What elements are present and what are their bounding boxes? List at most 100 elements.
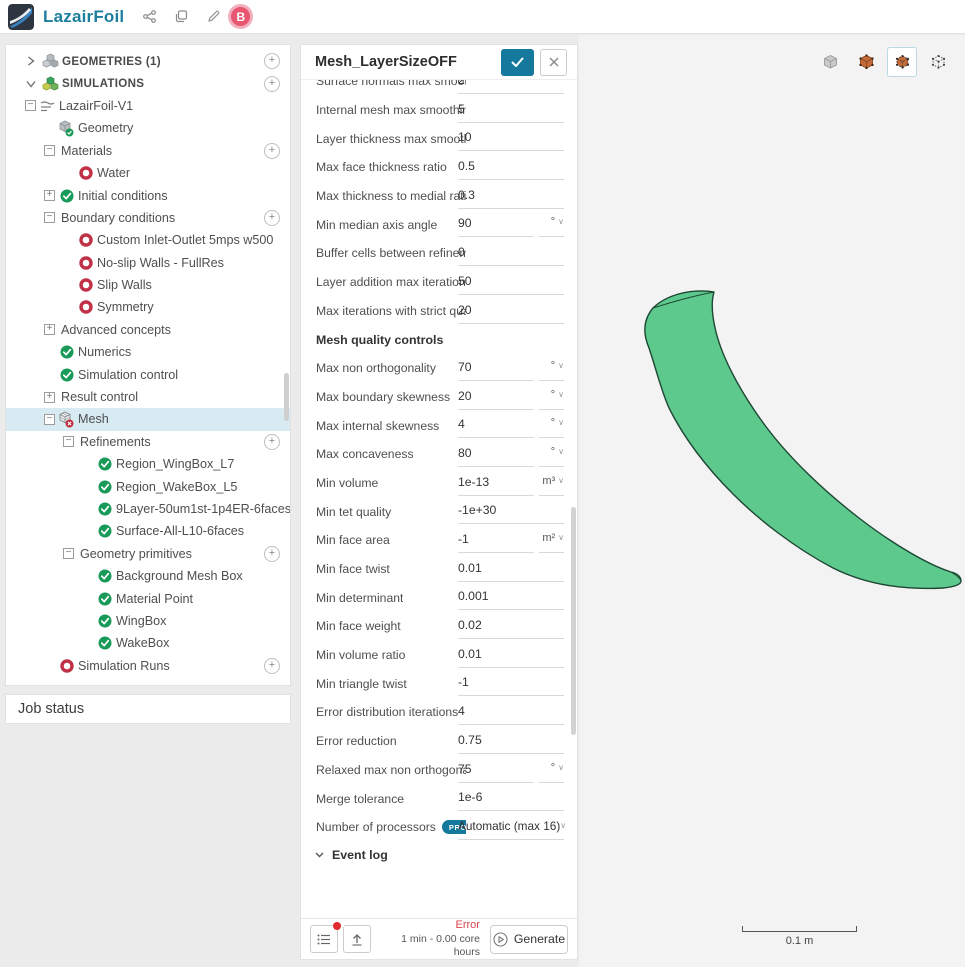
max-thickness-to-medial-ratio-input[interactable]: 0.3 [458,185,564,209]
collapse-box-icon[interactable]: − [25,100,36,112]
add-item-button[interactable]: + [264,657,280,674]
tree-item-boundary-conditions[interactable]: − Boundary conditions + [6,207,290,229]
relaxed-max-non-orthogonality-unit-select[interactable]: ° ∨ [539,759,564,783]
view-cube-surface-icon[interactable] [887,47,917,77]
collapse-box-icon[interactable]: − [44,413,55,425]
min-median-axis-angle-unit-select[interactable]: ° ∨ [539,213,564,238]
generate-button[interactable]: Generate [489,924,569,954]
min-volume-unit-select[interactable]: m³ ∨ [539,472,564,496]
min-tet-quality-input[interactable]: -1e+30 [458,500,564,525]
tree-item-mesh[interactable]: − Mesh [6,408,290,431]
add-item-button[interactable]: + [264,142,280,159]
close-button[interactable] [540,48,567,76]
layer-thickness-max-smoothi-input[interactable]: 10 [458,127,564,152]
tree-item-surface-all-l10-6faces[interactable]: Surface-All-L10-6faces [6,520,290,542]
tree-item-9layer-50um1st-1p4er-6faces[interactable]: 9Layer-50um1st-1p4ER-6faces [6,498,290,520]
relaxed-max-non-orthogonality-input[interactable]: 75 [458,759,534,783]
error-distribution-iterations-input[interactable]: 4 [458,701,564,726]
min-median-axis-angle-input[interactable]: 90 [458,213,534,238]
edit-pencil-icon[interactable] [202,6,224,28]
view-cube-solid-icon[interactable] [851,47,881,77]
tree-item-background-mesh-box[interactable]: Background Mesh Box [6,565,290,587]
collapse-box-icon[interactable]: − [63,548,74,560]
number-of-processors-input[interactable]: Automatic (max 16) ∨ [458,816,566,840]
tree-item-water[interactable]: Water [6,162,290,184]
tree-item-advanced-concepts[interactable]: + Advanced concepts [6,319,290,341]
tree-item-simulations[interactable]: SIMULATIONS + [6,72,290,94]
add-item-button[interactable]: + [264,209,280,226]
tree-item-geometries-1[interactable]: GEOMETRIES (1) + [6,50,290,72]
tree-item-custom-inlet-outlet-5mps-w500[interactable]: Custom Inlet-Outlet 5mps w500 [6,229,290,251]
expand-box-icon[interactable]: + [44,391,55,403]
tree-item-no-slip-walls-fullres[interactable]: No-slip Walls - FullRes [6,252,290,274]
layer-addition-max-iterations-input[interactable]: 50 [458,271,564,295]
tree-item-numerics[interactable]: Numerics [6,341,290,363]
tree-item-simulation-control[interactable]: Simulation control [6,363,290,385]
error-reduction-input[interactable]: 0.75 [458,730,564,754]
tree-item-result-control[interactable]: + Result control [6,386,290,408]
tree-item-slip-walls[interactable]: Slip Walls [6,274,290,296]
max-boundary-skewness-unit-select[interactable]: ° ∨ [539,386,564,410]
mesh-log-button[interactable] [310,922,341,953]
merge-tolerance-input[interactable]: 1e-6 [458,787,564,812]
user-avatar[interactable]: B [228,4,254,29]
max-non-orthogonality-unit-select[interactable]: ° ∨ [539,357,564,381]
copy-icon[interactable] [170,6,192,28]
tree-item-material-point[interactable]: Material Point [6,587,290,609]
max-concaveness-unit-select[interactable]: ° ∨ [539,443,564,467]
add-item-button[interactable]: + [264,433,280,450]
tree-item-simulation-runs[interactable]: Simulation Runs + [6,655,290,677]
project-title[interactable]: LazairFoil [43,7,124,27]
job-status-bar[interactable]: Job status [5,694,291,724]
tree-item-symmetry[interactable]: Symmetry [6,296,290,318]
max-face-thickness-ratio-input[interactable]: 0.5 [458,156,564,181]
max-internal-skewness-input[interactable]: 4 [458,414,534,439]
min-face-area-input[interactable]: -1 [458,529,534,553]
collapse-box-icon[interactable]: − [44,212,55,224]
min-volume-ratio-input[interactable]: 0.01 [458,644,564,668]
internal-mesh-max-smoothing-input[interactable]: 5 [458,99,564,123]
view-cube-plain-icon[interactable] [815,47,845,77]
expand-box-icon[interactable]: + [44,190,55,202]
collapse-box-icon[interactable]: − [63,436,74,448]
min-face-twist-input[interactable]: 0.01 [458,558,564,582]
tree-item-region-wingbox-l7[interactable]: Region_WingBox_L7 [6,453,290,475]
view-cube-wireframe-icon[interactable] [923,47,953,77]
collapse-box-icon[interactable]: − [44,145,55,157]
tree-item-wakebox[interactable]: WakeBox [6,632,290,654]
tree-item-geometry[interactable]: Geometry [6,117,290,139]
tree-item-geometry-primitives[interactable]: − Geometry primitives + [6,543,290,565]
surface-normals-max-smoothi-input[interactable]: 2 [458,80,564,94]
chevron-down-icon[interactable] [20,77,42,91]
add-item-button[interactable]: + [264,53,280,70]
max-iterations-with-strict-qua-input[interactable]: 20 [458,300,564,324]
tree-scrollbar[interactable] [284,373,289,421]
min-triangle-twist-input[interactable]: -1 [458,672,564,697]
tree-item-materials[interactable]: − Materials + [6,140,290,162]
min-face-area-unit-select[interactable]: m² ∨ [539,529,564,553]
min-face-weight-input[interactable]: 0.02 [458,615,564,640]
buffer-cells-between-refinem-input[interactable]: 0 [458,242,564,267]
tree-item-region-wakebox-l5[interactable]: Region_WakeBox_L5 [6,475,290,497]
export-button[interactable] [343,925,371,953]
event-log-toggle[interactable]: Event log [315,848,577,862]
min-volume-input[interactable]: 1e-13 [458,472,534,496]
wing-model[interactable] [594,260,965,620]
max-concaveness-input[interactable]: 80 [458,443,534,467]
tree-item-initial-conditions[interactable]: + Initial conditions [6,184,290,206]
viewport-3d[interactable]: 0.1 m [579,35,965,967]
add-item-button[interactable]: + [264,545,280,562]
tree-item-wingbox[interactable]: WingBox [6,610,290,632]
tree-item-refinements[interactable]: − Refinements + [6,431,290,453]
min-determinant-input[interactable]: 0.001 [458,586,564,611]
tree-item-lazairfoil-v1[interactable]: − LazairFoil-V1 [6,95,290,117]
max-boundary-skewness-input[interactable]: 20 [458,386,534,410]
share-icon[interactable] [138,6,160,28]
expand-box-icon[interactable]: + [44,324,55,336]
add-item-button[interactable]: + [264,75,280,92]
chevron-right-icon[interactable] [20,54,42,68]
apply-button[interactable] [501,48,534,76]
settings-scrollbar[interactable] [571,507,576,735]
max-internal-skewness-unit-select[interactable]: ° ∨ [539,414,564,439]
max-non-orthogonality-input[interactable]: 70 [458,357,534,381]
